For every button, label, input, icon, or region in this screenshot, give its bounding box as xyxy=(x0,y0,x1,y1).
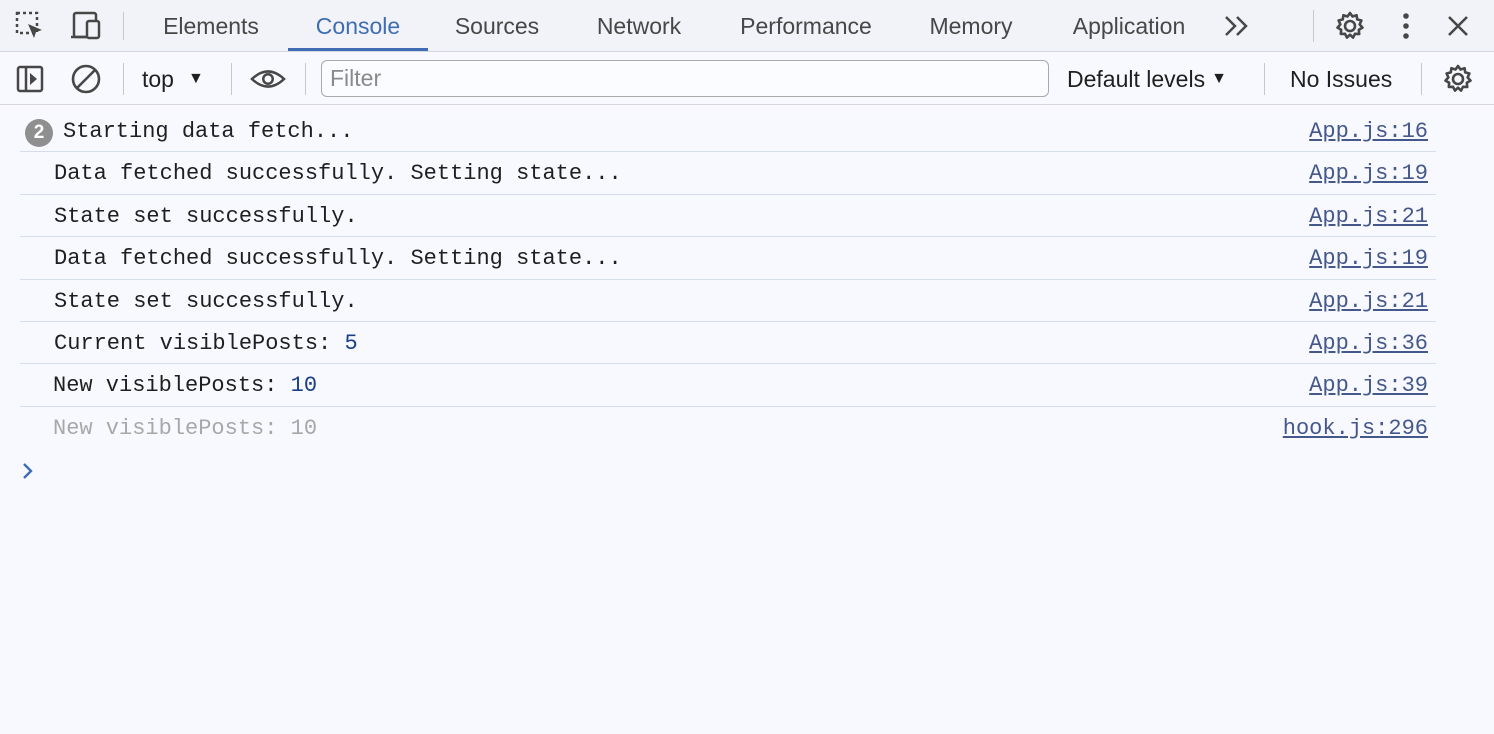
sidebar-toggle-icon[interactable] xyxy=(12,61,48,97)
message-text: Current visiblePosts: 5 xyxy=(54,330,358,356)
active-tab-indicator xyxy=(288,48,428,51)
divider xyxy=(1421,63,1422,95)
divider xyxy=(231,63,232,95)
console-message: New visiblePosts: 10 hook.js:296 xyxy=(20,407,1436,449)
context-selector[interactable]: top ▼ xyxy=(142,53,204,105)
message-text: State set successfully. xyxy=(54,288,358,314)
divider xyxy=(305,63,306,95)
divider xyxy=(123,63,124,95)
console-message: Data fetched successfully. Setting state… xyxy=(20,237,1436,280)
clear-console-icon[interactable] xyxy=(68,61,104,97)
dropdown-caret-icon: ▼ xyxy=(1211,70,1227,87)
source-link[interactable]: App.js:19 xyxy=(1309,161,1428,186)
message-text: Data fetched successfully. Setting state… xyxy=(54,246,622,272)
console-message: Current visiblePosts: 5 App.js:36 xyxy=(20,322,1436,365)
source-link[interactable]: App.js:19 xyxy=(1309,246,1428,271)
filter-input[interactable] xyxy=(321,60,1049,97)
dropdown-caret-icon: ▼ xyxy=(187,70,204,87)
source-link[interactable]: App.js:36 xyxy=(1309,331,1428,356)
live-expression-eye-icon[interactable] xyxy=(250,61,286,97)
tab-elements[interactable]: Elements xyxy=(150,0,272,52)
close-icon[interactable] xyxy=(1440,8,1476,44)
message-text: New visiblePosts: 10 xyxy=(53,373,318,399)
tab-memory[interactable]: Memory xyxy=(918,0,1024,52)
repeat-count-badge: 2 xyxy=(25,119,53,147)
log-levels-dropdown[interactable]: Default levels ▼ xyxy=(1067,53,1227,105)
tab-console[interactable]: Console xyxy=(288,0,428,52)
message-number: 10 xyxy=(290,373,318,399)
console-message: State set successfully. App.js:21 xyxy=(20,195,1436,238)
message-number: 10 xyxy=(290,415,318,441)
console-message: New visiblePosts: 10 App.js:39 xyxy=(20,364,1436,407)
source-link[interactable]: App.js:16 xyxy=(1309,119,1428,144)
more-options-kebab-icon[interactable] xyxy=(1388,8,1424,44)
divider xyxy=(1264,63,1265,95)
divider xyxy=(1313,10,1314,42)
divider xyxy=(123,12,124,40)
console-messages: 2 Starting data fetch... App.js:16 Data … xyxy=(0,110,1494,449)
log-levels-label: Default levels xyxy=(1067,65,1206,92)
console-prompt-chevron-icon[interactable] xyxy=(22,460,34,487)
message-text: State set successfully. xyxy=(54,203,358,229)
tab-performance[interactable]: Performance xyxy=(724,0,888,52)
console-settings-gear-icon[interactable] xyxy=(1440,61,1476,97)
tab-network[interactable]: Network xyxy=(584,0,694,52)
message-text: New visiblePosts: 10 xyxy=(53,415,318,441)
console-message: 2 Starting data fetch... App.js:16 xyxy=(20,110,1436,153)
settings-gear-icon[interactable] xyxy=(1332,8,1368,44)
tab-sources[interactable]: Sources xyxy=(444,0,550,52)
message-text: Data fetched successfully. Setting state… xyxy=(54,161,622,187)
context-label: top xyxy=(142,65,174,92)
console-message: Data fetched successfully. Setting state… xyxy=(20,152,1436,195)
message-number: 5 xyxy=(344,330,358,356)
console-message: State set successfully. App.js:21 xyxy=(20,280,1436,322)
device-toolbar-icon[interactable] xyxy=(68,8,104,44)
more-tabs-chevron-icon[interactable] xyxy=(1218,8,1254,44)
devtools-tab-bar: Elements Console Sources Network Perform… xyxy=(0,0,1494,52)
source-link[interactable]: hook.js:296 xyxy=(1283,416,1428,441)
source-link[interactable]: App.js:39 xyxy=(1309,373,1428,398)
source-link[interactable]: App.js:21 xyxy=(1309,289,1428,314)
source-link[interactable]: App.js:21 xyxy=(1309,204,1428,229)
console-toolbar: top ▼ Default levels ▼ No Issues xyxy=(0,53,1494,105)
message-text: Starting data fetch... xyxy=(63,119,354,144)
tab-application[interactable]: Application xyxy=(1058,0,1200,52)
issues-counter[interactable]: No Issues xyxy=(1290,53,1392,105)
inspect-element-icon[interactable] xyxy=(12,8,48,44)
